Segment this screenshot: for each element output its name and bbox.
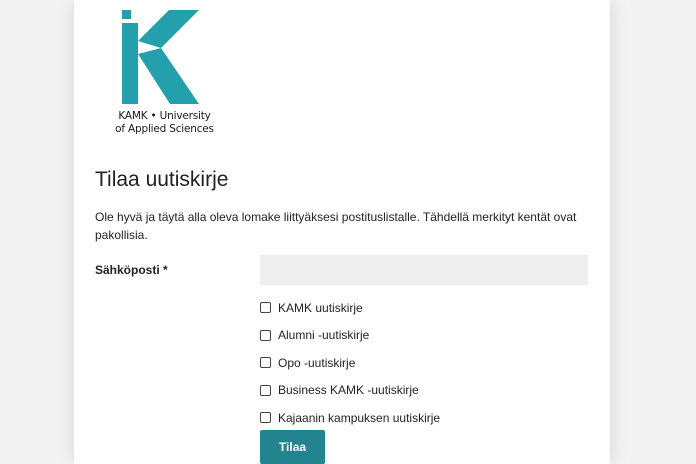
newsletter-option-business[interactable]: Business KAMK -uutiskirje (260, 377, 440, 405)
checkbox[interactable] (260, 384, 271, 396)
checkbox[interactable] (260, 329, 271, 341)
logo-line-1: KAMK • University (118, 110, 211, 122)
email-field[interactable] (260, 255, 588, 285)
newsletter-option-opo[interactable]: Opo -uutiskirje (260, 349, 440, 377)
newsletter-option-label: Alumni -uutiskirje (278, 328, 370, 343)
checkbox[interactable] (260, 412, 271, 424)
newsletter-option-kajaani[interactable]: Kajaanin kampuksen uutiskirje (260, 404, 440, 432)
subscribe-button[interactable]: Tilaa (260, 430, 325, 464)
logo-line-2: of Applied Sciences (115, 123, 214, 135)
page-title: Tilaa uutiskirje (95, 168, 229, 191)
checkbox[interactable] (260, 357, 271, 369)
newsletter-option-label: Business KAMK -uutiskirje (278, 383, 419, 398)
checkbox[interactable] (260, 302, 271, 314)
newsletter-list: KAMK uutiskirje Alumni -uutiskirje Opo -… (260, 294, 440, 432)
intro-text: Ole hyvä ja täytä alla oleva lomake liit… (95, 210, 577, 242)
newsletter-option-kamk[interactable]: KAMK uutiskirje (260, 294, 440, 322)
signup-card: KAMK • University of Applied Sciences Ti… (74, 0, 610, 464)
logo-wordmark: KAMK • University of Applied Sciences (107, 110, 222, 136)
newsletter-option-label: KAMK uutiskirje (278, 300, 363, 315)
newsletter-option-label: Kajaanin kampuksen uutiskirje (278, 410, 441, 425)
newsletter-option-label: Opo -uutiskirje (278, 355, 356, 370)
email-label: Sähköposti * (95, 263, 168, 277)
newsletter-option-alumni[interactable]: Alumni -uutiskirje (260, 322, 440, 350)
